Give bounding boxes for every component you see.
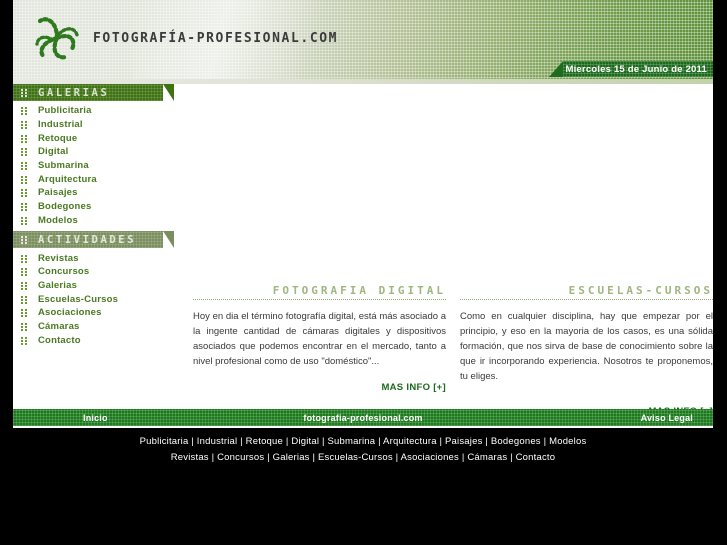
- dots-icon: [21, 175, 28, 184]
- sidebar-item-arquitectura[interactable]: Arquitectura: [13, 172, 189, 186]
- sidebar-item-label: Cámaras: [38, 320, 80, 332]
- sidebar-item-asociaciones[interactable]: Asociaciones: [13, 306, 189, 320]
- section-bar-corner: [163, 231, 174, 249]
- ribbon-body: Miercoles 15 de Junio de 2011: [563, 61, 713, 77]
- sidebar-item-industrial[interactable]: Industrial: [13, 118, 189, 132]
- sidebar-item-revistas[interactable]: Revistas: [13, 251, 189, 265]
- sidebar-item-galerias[interactable]: Galerias: [13, 279, 189, 293]
- sidebar-item-label: Modelos: [38, 214, 78, 226]
- sidebar-item-label: Bodegones: [38, 201, 92, 213]
- sidebar-item-publicitaria[interactable]: Publicitaria: [13, 104, 189, 118]
- sidebar-item-contacto[interactable]: Contacto: [13, 333, 189, 347]
- footer-links: Publicitaria | Industrial | Retoque | Di…: [13, 428, 713, 470]
- current-date: Miercoles 15 de Junio de 2011: [565, 63, 707, 75]
- sidebar-item-label: Concursos: [38, 266, 90, 278]
- footer-bar: Inicio fotografia-profesional.com Aviso …: [13, 409, 713, 426]
- article-heading: ESCUELAS-CURSOS: [568, 284, 713, 297]
- dots-icon: [21, 202, 28, 212]
- sidebar-item-submarina[interactable]: Submarina: [13, 159, 189, 173]
- more-info-link[interactable]: MAS INFO [+]: [193, 382, 446, 393]
- sidebar-item-label: Digital: [38, 146, 69, 158]
- footer-link-aviso-legal[interactable]: Aviso Legal: [641, 413, 693, 423]
- footer-links-row-2[interactable]: Revistas | Concursos | Galerias | Escuel…: [13, 450, 713, 466]
- sidebar-menu-galerias: Publicitaria Industrial Retoque Digital: [13, 104, 189, 227]
- sidebar-item-label: Escuelas-Cursos: [38, 293, 119, 305]
- site-header: FOTOGRAFÍA-PROFESIONAL.COM Miercoles 15 …: [13, 0, 713, 84]
- sidebar-item-modelos[interactable]: Modelos: [13, 214, 189, 228]
- dots-icon: [21, 88, 28, 97]
- sidebar-item-concursos[interactable]: Concursos: [13, 265, 189, 279]
- heading-rule: [460, 299, 713, 300]
- spiral-pinwheel-logo-icon: [29, 10, 85, 66]
- sidebar-item-label: Arquitectura: [38, 173, 97, 185]
- footer-links-row-1[interactable]: Publicitaria | Industrial | Retoque | Di…: [13, 434, 713, 450]
- sidebar-item-label: Submarina: [38, 160, 89, 172]
- dots-icon: [21, 216, 28, 225]
- date-ribbon: Miercoles 15 de Junio de 2011: [549, 61, 713, 77]
- dots-icon: [21, 254, 28, 263]
- sidebar-item-paisajes[interactable]: Paisajes: [13, 186, 189, 200]
- main-columns: FOTOGRAFIA DIGITAL Hoy en dia el término…: [193, 284, 713, 417]
- sidebar-item-label: Paisajes: [38, 187, 78, 199]
- sidebar-item-label: Asociaciones: [38, 307, 102, 319]
- page-root: FOTOGRAFÍA-PROFESIONAL.COM Miercoles 15 …: [0, 0, 727, 545]
- article-card-fotografia-digital: FOTOGRAFIA DIGITAL Hoy en dia el término…: [193, 284, 446, 417]
- sidebar-menu-actividades: Revistas Concursos Galerias Escuelas-Cur…: [13, 251, 189, 347]
- sidebar-section-header-galerias: GALERIAS: [13, 84, 189, 101]
- dots-icon: [21, 134, 28, 143]
- heading-rule: [193, 299, 446, 300]
- footer-site-name[interactable]: fotografia-profesional.com: [13, 413, 713, 423]
- dots-icon: [21, 336, 28, 345]
- section-title-galerias: GALERIAS: [38, 86, 110, 99]
- sidebar-item-label: Publicitaria: [38, 105, 92, 117]
- sidebar-item-camaras[interactable]: Cámaras: [13, 320, 189, 334]
- sidebar-item-digital[interactable]: Digital: [13, 145, 189, 159]
- dots-icon: [21, 106, 28, 116]
- page-sheet: FOTOGRAFÍA-PROFESIONAL.COM Miercoles 15 …: [13, 0, 713, 470]
- sidebar-item-label: Galerias: [38, 279, 78, 291]
- dots-icon: [21, 295, 28, 304]
- sidebar-item-label: Contacto: [38, 334, 81, 346]
- sidebar-item-retoque[interactable]: Retoque: [13, 131, 189, 145]
- dots-icon: [21, 120, 28, 130]
- article-card-escuelas-cursos: ESCUELAS-CURSOS Como en cualquier discip…: [460, 284, 713, 417]
- ribbon-tail: [549, 61, 564, 77]
- dots-icon: [21, 322, 28, 331]
- dots-icon: [21, 161, 28, 171]
- article-heading: FOTOGRAFIA DIGITAL: [272, 284, 446, 297]
- section-title-actividades: ACTIVIDADES: [38, 233, 137, 246]
- site-logo[interactable]: FOTOGRAFÍA-PROFESIONAL.COM: [29, 10, 338, 66]
- sidebar-item-label: Retoque: [38, 132, 78, 144]
- sidebar: GALERIAS Publicitaria Industrial Retoque: [13, 84, 189, 347]
- sidebar-item-label: Industrial: [38, 119, 83, 131]
- dots-icon: [21, 235, 28, 245]
- article-body: Hoy en dia el término fotografía digital…: [193, 311, 446, 367]
- article-body: Como en cualquier disciplina, hay que em…: [460, 311, 713, 382]
- sidebar-section-header-actividades: ACTIVIDADES: [13, 231, 189, 249]
- dots-icon: [21, 281, 28, 290]
- brand-text: FOTOGRAFÍA-PROFESIONAL.COM: [93, 30, 339, 46]
- section-bar-corner: [163, 84, 174, 101]
- dots-icon: [21, 308, 28, 318]
- dots-icon: [21, 188, 28, 198]
- body-area: GALERIAS Publicitaria Industrial Retoque: [13, 84, 713, 417]
- dots-icon: [21, 267, 28, 277]
- dots-icon: [21, 147, 28, 157]
- sidebar-item-label: Revistas: [38, 252, 79, 264]
- sidebar-item-bodegones[interactable]: Bodegones: [13, 200, 189, 214]
- sidebar-item-escuelas-cursos[interactable]: Escuelas-Cursos: [13, 292, 189, 306]
